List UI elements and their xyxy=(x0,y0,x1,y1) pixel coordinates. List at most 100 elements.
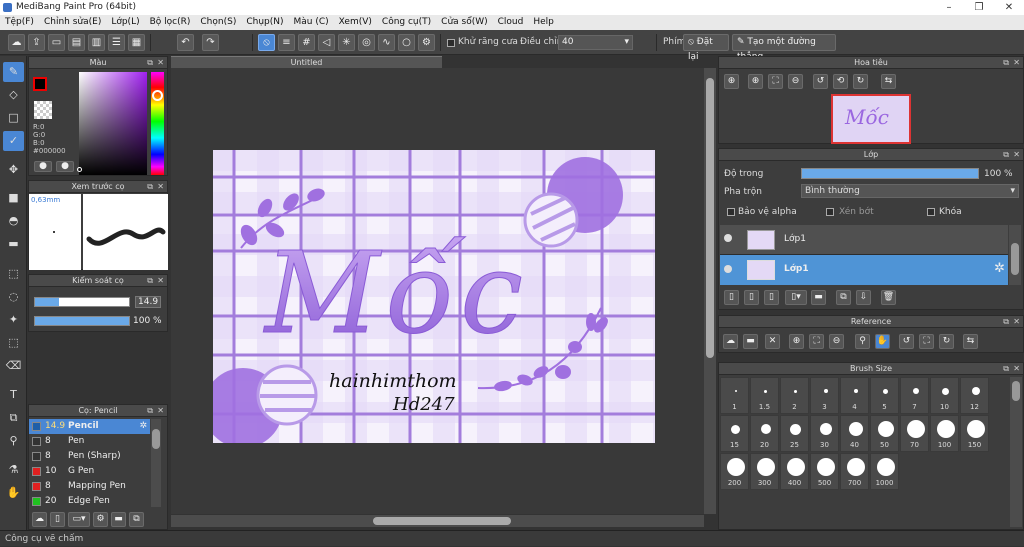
brush-size-option[interactable]: 1 xyxy=(720,377,749,414)
brush-size-option[interactable]: 10 xyxy=(930,377,959,414)
close-icon[interactable]: ✕ xyxy=(1013,316,1020,328)
brush-cloud-icon[interactable]: ☁ xyxy=(32,512,47,527)
layer-folder-icon[interactable]: ▬ xyxy=(811,290,826,305)
reference-hand-icon[interactable]: ✋ xyxy=(875,334,890,349)
adjust-select[interactable]: 40 ▾ xyxy=(558,35,633,50)
close-icon[interactable]: ✕ xyxy=(1013,363,1020,375)
brush-size-option[interactable]: 70 xyxy=(900,415,929,452)
eyedropper-tool-icon[interactable]: ⚲ xyxy=(3,431,24,451)
select-pen-tool-icon[interactable]: ⬚ xyxy=(3,333,24,353)
cloud-icon[interactable]: ☁ xyxy=(8,34,25,51)
gear-icon[interactable]: ✲ xyxy=(139,419,147,434)
reference-zoom-in-icon[interactable]: ⊕ xyxy=(789,334,804,349)
menu-capture[interactable]: Chụp(N) xyxy=(241,15,288,30)
brush-duplicate-icon[interactable]: ⧉ xyxy=(129,512,144,527)
lasso-tool-icon[interactable]: ◌ xyxy=(3,287,24,307)
snap-circle-icon[interactable]: ◎ xyxy=(358,34,375,51)
new-layer-icon[interactable]: ▯ xyxy=(724,290,739,305)
brush-item-g-pen[interactable]: 10 G Pen xyxy=(29,464,150,479)
foreground-color-swatch[interactable] xyxy=(33,77,47,91)
document-icon[interactable]: ▥ xyxy=(88,34,105,51)
snap-perspective-icon[interactable]: ◁ xyxy=(318,34,335,51)
antialias-checkbox[interactable] xyxy=(447,39,455,47)
menu-window[interactable]: Cửa sổ(W) xyxy=(436,15,492,30)
brush-size-scroll-thumb[interactable] xyxy=(1012,381,1020,401)
brush-size-option[interactable]: 1.5 xyxy=(750,377,779,414)
close-icon[interactable]: ✕ xyxy=(157,181,164,193)
popout-icon[interactable]: ⧉ xyxy=(147,275,153,287)
brush-size-option[interactable]: 100 xyxy=(930,415,959,452)
protect-alpha-checkbox[interactable] xyxy=(727,208,735,216)
hue-handle[interactable] xyxy=(152,90,163,101)
menu-filter[interactable]: Bộ lọc(R) xyxy=(145,15,196,30)
layer-scrollbar[interactable] xyxy=(1009,225,1021,285)
reference-eyedropper-icon[interactable]: ⚲ xyxy=(855,334,870,349)
popout-icon[interactable]: ⧉ xyxy=(1003,149,1009,161)
reference-open-icon[interactable]: ▬ xyxy=(743,334,758,349)
add-layer-menu-icon[interactable]: ▯▾ xyxy=(785,290,807,305)
layer-scroll-thumb[interactable] xyxy=(1011,243,1019,275)
zoom-in-icon[interactable]: ⊕ xyxy=(724,74,739,89)
popout-icon[interactable]: ⧉ xyxy=(1003,363,1009,375)
brush-size-option[interactable]: 400 xyxy=(780,453,809,490)
color-wheel-icon[interactable]: ● xyxy=(34,161,52,172)
brush-size-scrollbar[interactable] xyxy=(1010,377,1022,527)
settings-icon[interactable]: ⚙ xyxy=(418,34,435,51)
lock-checkbox[interactable] xyxy=(927,208,935,216)
select-eraser-tool-icon[interactable]: ⌫ xyxy=(3,356,24,376)
page-icon[interactable]: ▤ xyxy=(68,34,85,51)
transparent-color-swatch[interactable] xyxy=(34,101,52,119)
reference-flip-icon[interactable]: ⇆ xyxy=(963,334,978,349)
menu-tools[interactable]: Công cụ(T) xyxy=(377,15,436,30)
brush-size-option[interactable]: 40 xyxy=(840,415,869,452)
brush-size-option[interactable]: 5 xyxy=(870,377,899,414)
pen-tool-icon[interactable]: ✓ xyxy=(3,131,24,151)
close-icon[interactable]: ✕ xyxy=(1013,149,1020,161)
brush-size-option[interactable]: 50 xyxy=(870,415,899,452)
grid-icon[interactable]: ▦ xyxy=(128,34,145,51)
brush-add-menu-icon[interactable]: ▭▾ xyxy=(68,512,90,527)
brush-size-slider[interactable] xyxy=(34,297,130,307)
close-icon[interactable]: ✕ xyxy=(1013,57,1020,69)
reference-rotate-left-icon[interactable]: ↺ xyxy=(899,334,914,349)
reference-close-icon[interactable]: ✕ xyxy=(765,334,780,349)
brush-folder-icon[interactable]: ▬ xyxy=(111,512,126,527)
reference-fit-window-icon[interactable]: ⛶ xyxy=(919,334,934,349)
brush-size-option[interactable]: 25 xyxy=(780,415,809,452)
menu-select[interactable]: Chọn(S) xyxy=(195,15,241,30)
rectangle-tool-icon[interactable]: ■ xyxy=(3,188,24,208)
brush-size-value[interactable]: 14.9 xyxy=(135,296,162,308)
menu-edit[interactable]: Chỉnh sửa(E) xyxy=(39,15,106,30)
brush-item-edge-pen[interactable]: 20 Edge Pen xyxy=(29,494,150,509)
eye-icon[interactable] xyxy=(724,265,732,273)
brush-size-option[interactable]: 15 xyxy=(720,415,749,452)
new-8bit-layer-icon[interactable]: ▯ xyxy=(764,290,779,305)
maximize-button[interactable]: ❐ xyxy=(964,0,994,15)
document-tab[interactable]: Untitled xyxy=(171,56,442,68)
brush-settings-icon[interactable]: ⚙ xyxy=(93,512,108,527)
popout-icon[interactable]: ⧉ xyxy=(147,405,153,417)
zoom-in-step-icon[interactable]: ⊕ xyxy=(748,74,763,89)
brush-item-pencil[interactable]: 14.9 Pencil ✲ xyxy=(29,419,150,434)
undo-icon[interactable]: ↶ xyxy=(177,34,194,51)
brush-item-pen[interactable]: 8 Pen xyxy=(29,434,150,449)
hand-tool-icon[interactable]: ✋ xyxy=(3,483,24,503)
eraser-tool-icon[interactable]: ◇ xyxy=(3,85,24,105)
move-tool-icon[interactable]: ✥ xyxy=(3,160,24,180)
layer-opacity-slider[interactable] xyxy=(801,168,979,179)
brush-size-option[interactable]: 4 xyxy=(840,377,869,414)
rotate-right-icon[interactable]: ↻ xyxy=(853,74,868,89)
menu-layer[interactable]: Lớp(L) xyxy=(106,15,144,30)
merge-layer-icon[interactable]: ⇩ xyxy=(856,290,871,305)
reference-cloud-icon[interactable]: ☁ xyxy=(723,334,738,349)
straight-line-button[interactable]: ✎ Tạo một đường thẳng xyxy=(732,34,836,62)
menu-cloud[interactable]: Cloud xyxy=(493,15,529,30)
brush-size-option[interactable]: 20 xyxy=(750,415,779,452)
snap-radial-icon[interactable]: ✳ xyxy=(338,34,355,51)
navigator-thumbnail[interactable]: Mốc xyxy=(831,94,911,144)
blend-mode-select[interactable]: Bình thường ▾ xyxy=(801,184,1019,198)
delete-layer-icon[interactable]: 🗑 xyxy=(881,290,896,305)
fit-icon[interactable]: ⛶ xyxy=(768,74,783,89)
snap-curve-icon[interactable]: ∿ xyxy=(378,34,395,51)
brush-size-option[interactable]: 500 xyxy=(810,453,839,490)
